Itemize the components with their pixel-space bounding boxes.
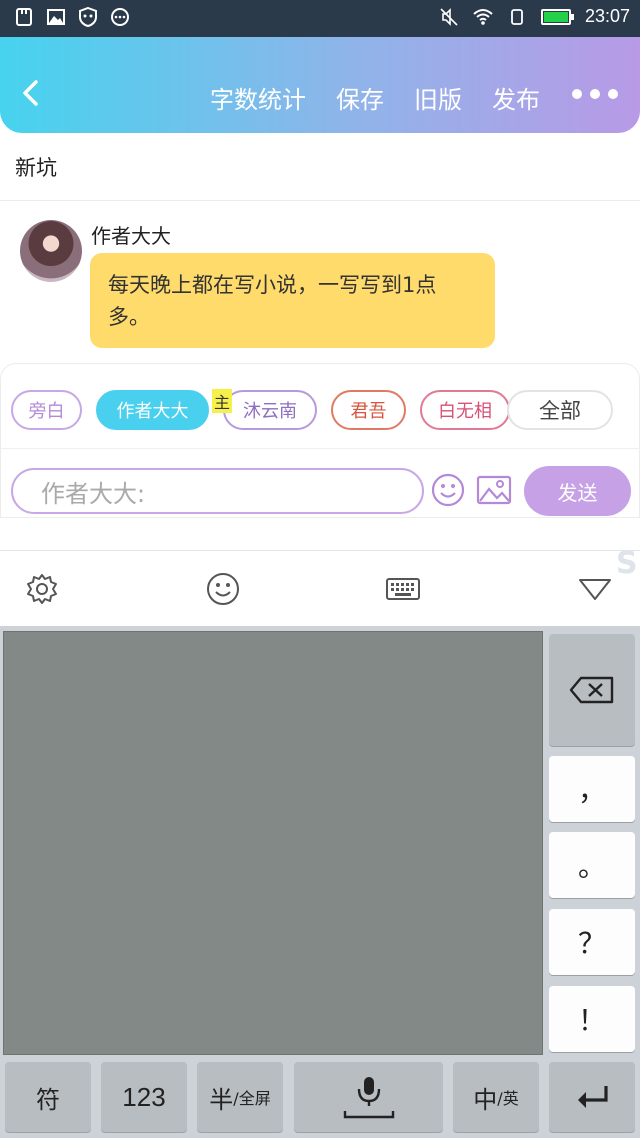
handwriting-pad[interactable] [3,631,543,1055]
divider [0,200,640,201]
role-selector: 旁白 作者大大 沐云南 君吾 白无相 全部 [11,390,631,432]
half-width-key[interactable]: 半/全屏 [197,1062,283,1132]
header-actions: 字数统计 保存 旧版 发布 [210,80,540,115]
role-chip-muyunnan[interactable]: 沐云南 [223,390,317,430]
more-circle-icon [111,8,129,26]
message-input[interactable]: 作者大大: [11,468,424,514]
divider [1,448,640,449]
more-dots-icon[interactable] [572,89,618,99]
backspace-key[interactable] [549,634,635,746]
language-label: 中 [473,1085,498,1114]
status-right-icons: 23:07 [439,6,630,27]
keyboard: ， 。 ？ ！ 符 123 半/全屏 中/英 [0,626,640,1138]
composer-panel: 旁白 作者大大 沐云南 君吾 白无相 全部 作者大大: 发送 [0,363,640,518]
keyboard-toolbar [0,550,640,626]
message-author: 作者大大 [91,224,171,248]
mute-icon [440,7,458,26]
enter-icon [578,1086,608,1108]
chevron-left-icon[interactable] [16,77,48,109]
status-left-icons [14,7,130,27]
microphone-icon [343,1077,394,1119]
role-chip-all[interactable]: 全部 [507,390,613,430]
send-button[interactable]: 发送 [524,466,631,516]
image-icon[interactable] [476,475,512,505]
emoji-icon[interactable] [431,473,465,507]
comma-key[interactable]: ， [549,756,635,822]
ime-logo-icon: S [616,546,638,581]
half-width-label: 半 [209,1085,234,1114]
settings-icon[interactable] [24,571,60,607]
language-sub: /英 [497,1089,519,1108]
old-version-button[interactable]: 旧版 [414,80,462,115]
avatar[interactable] [20,220,82,282]
portrait-lock-icon [511,8,523,25]
wifi-icon [473,8,493,25]
symbol-key[interactable]: 符 [5,1062,91,1132]
exclaim-key[interactable]: ！ [549,986,635,1052]
emoji-icon[interactable] [205,571,241,607]
image-icon [47,9,65,25]
sim-card-icon [16,8,32,26]
role-chip-author-selected[interactable]: 作者大大 [96,390,209,430]
publish-button[interactable]: 发布 [492,80,540,115]
app-header: 字数统计 保存 旧版 发布 [0,37,640,133]
backspace-icon [569,676,614,704]
collapse-icon[interactable] [577,571,613,607]
role-chip-junwu[interactable]: 君吾 [331,390,406,430]
message-bubble[interactable]: 每天晚上都在写小说，一写写到1点多。 [90,253,495,348]
voice-space-key[interactable] [294,1062,443,1132]
period-key[interactable]: 。 [549,832,635,898]
number-key[interactable]: 123 [101,1062,187,1132]
role-chip-narrator[interactable]: 旁白 [11,390,82,430]
language-switch-key[interactable]: 中/英 [453,1062,539,1132]
half-width-sub: /全屏 [233,1089,271,1108]
novel-title[interactable]: 新坑 [15,152,57,182]
role-chip-baiwuxiang[interactable]: 白无相 [420,390,510,430]
word-count-button[interactable]: 字数统计 [210,80,306,115]
question-key[interactable]: ？ [549,909,635,975]
keyboard-icon[interactable] [385,571,421,607]
shield-icon [79,7,97,27]
status-bar: 23:07 [0,0,640,37]
main-role-badge: 主 [212,389,232,413]
clock-time: 23:07 [584,6,630,26]
save-button[interactable]: 保存 [336,80,384,115]
battery-icon [540,8,574,25]
enter-key[interactable] [549,1062,635,1132]
